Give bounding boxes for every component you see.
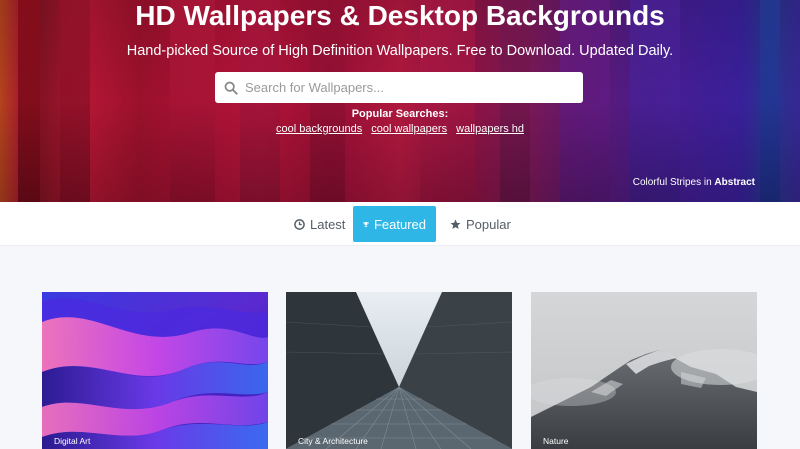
wallpaper-card-digital-art[interactable]: Digital Art <box>42 292 268 449</box>
popular-link-wallpapers-hd[interactable]: wallpapers hd <box>456 123 524 135</box>
digital-art-thumbnail <box>42 292 268 449</box>
wallpaper-card-nature[interactable]: Nature <box>531 292 757 449</box>
nature-thumbnail <box>531 292 757 449</box>
star-icon <box>450 219 461 229</box>
popular-searches-label: Popular Searches: <box>351 108 449 120</box>
popular-link-cool-wallpapers[interactable]: cool wallpapers <box>371 123 447 135</box>
page-title: HD Wallpapers & Desktop Backgrounds <box>135 0 665 31</box>
tab-featured-label: Featured <box>373 216 426 232</box>
search-icon <box>224 81 238 95</box>
hero-subtitle: Hand-picked Source of High Definition Wa… <box>126 43 674 59</box>
tab-featured[interactable]: Featured <box>353 206 436 242</box>
city-architecture-thumbnail <box>286 292 512 449</box>
clock-icon <box>294 218 305 230</box>
hero-banner: HD Wallpapers & Desktop Backgrounds Hand… <box>0 0 800 202</box>
credit-prefix: Colorful Stripes in <box>632 177 712 188</box>
popular-searches-links: cool backgrounds cool wallpapers wallpap… <box>0 123 800 135</box>
wallpaper-card-city-architecture[interactable]: City & Architecture <box>286 292 512 449</box>
tab-latest-label: Latest <box>310 216 346 232</box>
card-category-label: Nature <box>543 436 569 446</box>
trophy-icon <box>363 221 369 227</box>
tab-latest[interactable]: Latest <box>284 206 355 242</box>
credit-category-link[interactable]: Abstract <box>714 177 755 188</box>
search-input[interactable] <box>245 80 565 95</box>
card-category-label: Digital Art <box>54 436 91 446</box>
tab-bar: Latest Featured Popular <box>0 202 800 246</box>
popular-link-cool-backgrounds[interactable]: cool backgrounds <box>276 123 362 135</box>
tab-popular[interactable]: Popular <box>440 206 521 242</box>
card-category-label: City & Architecture <box>298 436 368 446</box>
tab-popular-label: Popular <box>466 216 511 232</box>
hero-credit: Colorful Stripes in Abstract <box>633 177 755 188</box>
search-box[interactable] <box>215 72 583 103</box>
